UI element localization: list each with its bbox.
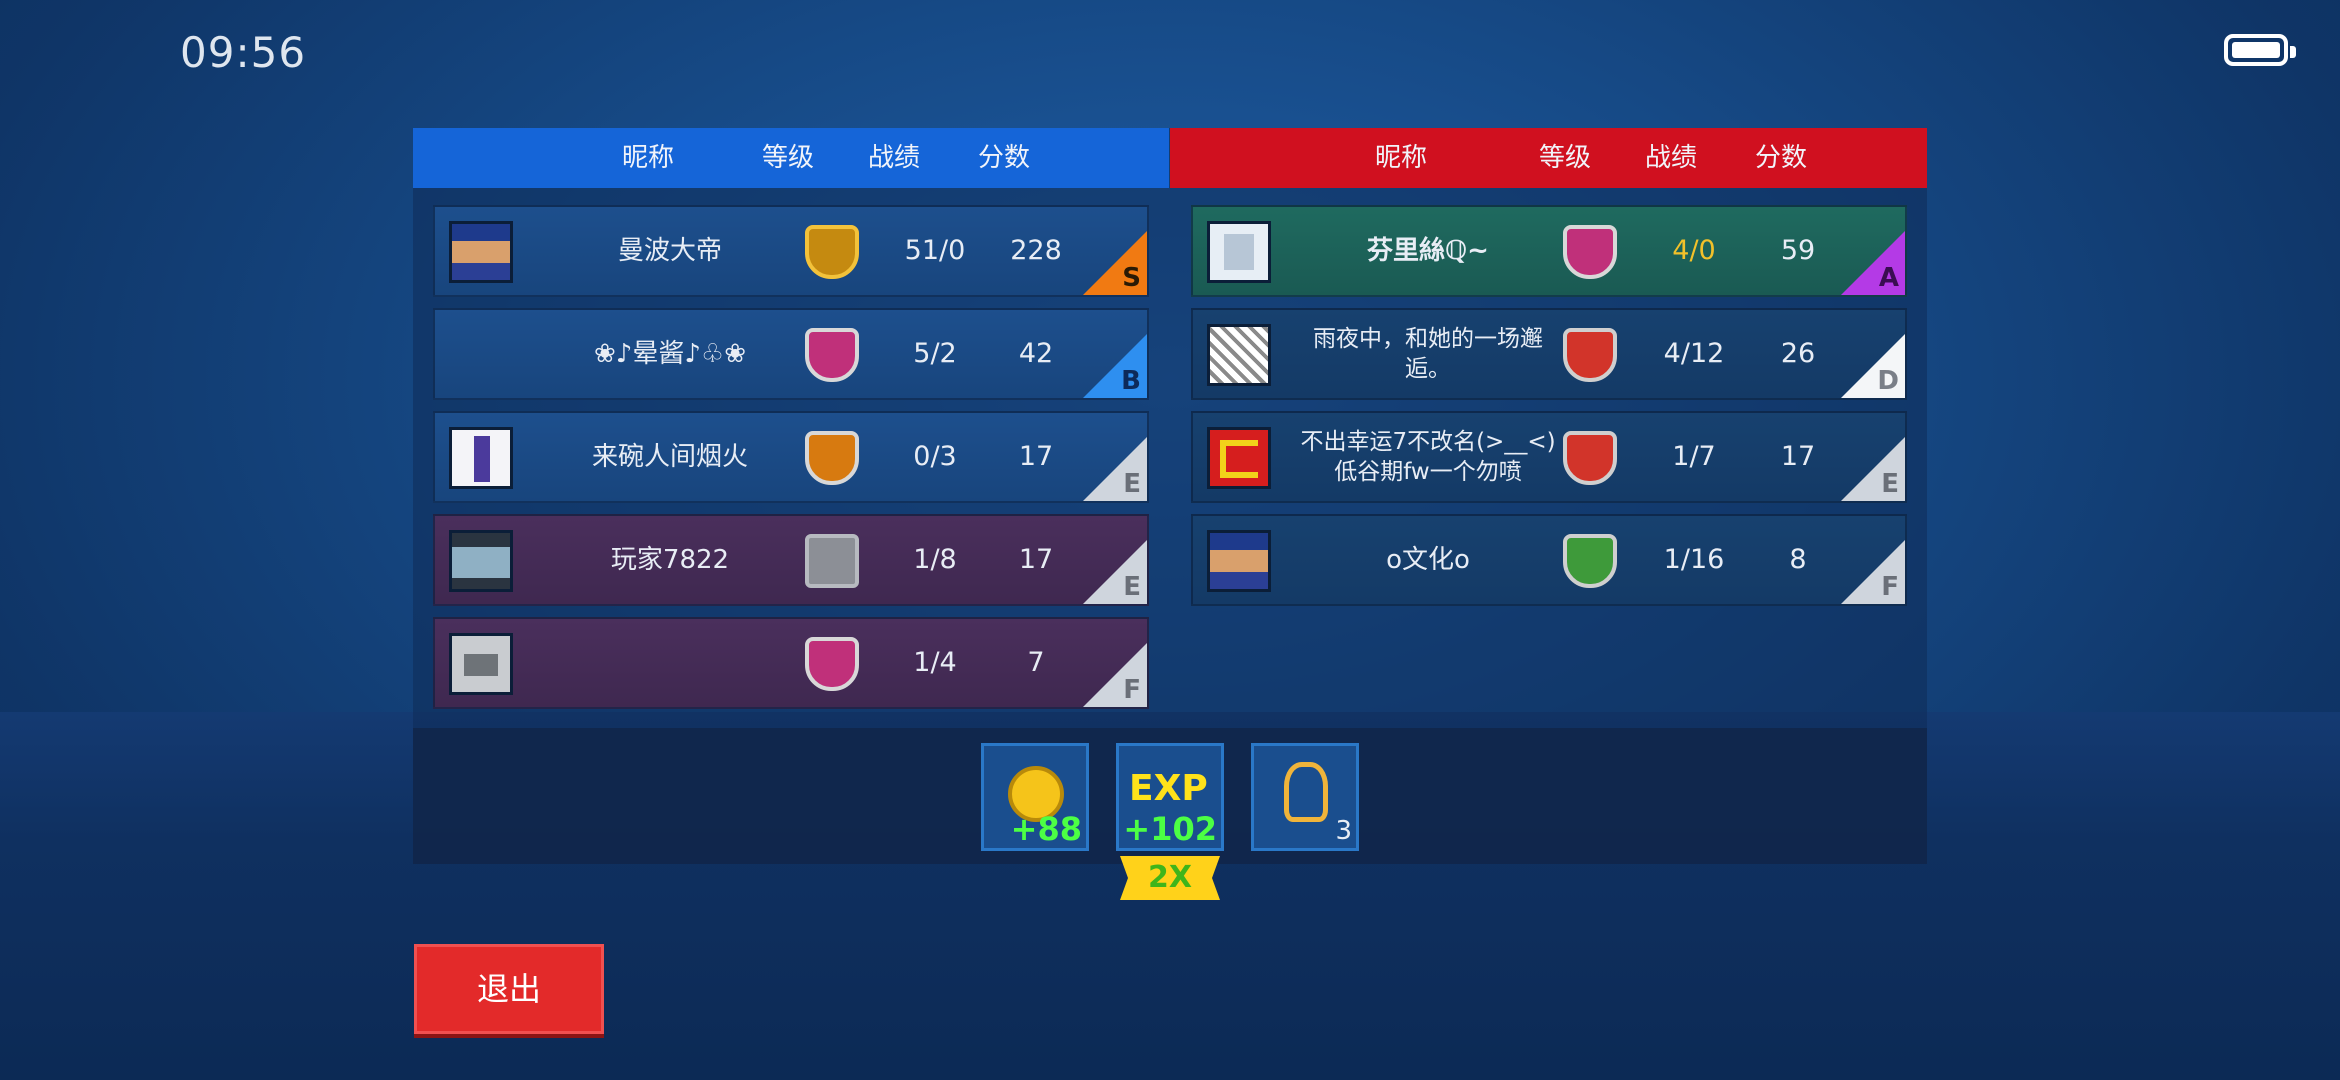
grade-badge: A [1841,231,1905,295]
player-name: 玩家7822 [610,545,730,575]
exp-reward: EXP +102 [1116,743,1224,851]
exp-label: EXP [1129,768,1208,809]
grade-badge: E [1841,437,1905,501]
player-record: 4/12 [1663,338,1725,369]
player-name: 雨夜中，和她的一场邂逅。 [1313,326,1543,382]
red-player-row[interactable]: 芬里絲ℚ~ 4/0 59 A [1191,205,1907,297]
grade-badge: B [1083,334,1147,398]
player-avatar [449,427,513,489]
player-score: 59 [1780,235,1816,266]
key-icon [1284,762,1328,822]
pink-rank-icon [805,637,859,691]
player-name [545,619,795,707]
player-score: 228 [1010,235,1062,266]
red-team-header: 昵称 等级 战绩 分数 [1170,128,1927,188]
player-avatar [1207,427,1271,489]
blue-player-row[interactable]: ❀♪晕酱♪♧❀ 5/2 42 B [433,308,1149,400]
player-name: 不出幸运7不改名(>__<)低谷期fw一个勿喷 [1300,429,1556,485]
status-time: 09:56 [180,28,307,77]
player-name: o文化o [1386,545,1470,575]
key-reward: 3 [1251,743,1359,851]
coin-reward-value: +88 [1010,810,1082,848]
gray-rank-icon [805,534,859,588]
blue-player-row[interactable]: 1/4 7 F [433,617,1149,709]
red-header-nickname: 昵称 [1374,143,1427,173]
red-player-row[interactable]: 不出幸运7不改名(>__<)低谷期fw一个勿喷 1/7 17 E [1191,411,1907,503]
player-record: 51/0 [904,235,966,266]
red-player-row[interactable]: o文化o 1/16 8 F [1191,514,1907,606]
blue-header-score: 分数 [977,143,1030,173]
battery-icon [2224,34,2296,66]
player-score: 8 [1789,544,1807,575]
blue-team-header: 昵称 等级 战绩 分数 [413,128,1169,188]
blue-header-nickname: 昵称 [621,143,674,173]
grade-badge: F [1083,643,1147,707]
blue-player-row[interactable]: 玩家7822 1/8 17 E [433,514,1149,606]
player-record: 5/2 [913,338,957,369]
gold-rank-icon [805,225,859,279]
grade-badge: F [1841,540,1905,604]
player-avatar [449,221,513,283]
player-avatar [449,530,513,592]
player-name: 来碗人间烟火 [591,442,748,472]
blue-header-record: 战绩 [867,143,920,173]
player-name: 芬里絲ℚ~ [1367,236,1489,266]
key-reward-count: 3 [1335,816,1352,846]
red-player-row[interactable]: 雨夜中，和她的一场邂逅。 4/12 26 D [1191,308,1907,400]
player-name: ❀♪晕酱♪♧❀ [593,339,747,369]
player-name: 曼波大帝 [617,236,722,266]
exit-button[interactable]: 退出 [414,944,604,1034]
red-rank-icon [1563,431,1617,485]
player-score: 17 [1018,441,1054,472]
player-score: 17 [1018,544,1054,575]
player-score: 42 [1018,338,1054,369]
coin-reward: +88 [981,743,1089,851]
player-avatar [1207,324,1271,386]
player-record: 0/3 [913,441,957,472]
grade-badge: S [1083,231,1147,295]
orange-rank-icon [805,431,859,485]
red-header-record: 战绩 [1644,143,1697,173]
player-record: 1/4 [913,647,957,678]
red-header-level: 等级 [1538,143,1591,173]
player-record: 4/0 [1672,235,1716,266]
double-exp-badge: 2X [1120,856,1220,900]
grade-badge: E [1083,437,1147,501]
player-record: 1/8 [913,544,957,575]
pink-rank-icon [805,328,859,382]
player-avatar [1207,530,1271,592]
pink-rank-icon [1563,225,1617,279]
exp-reward-value: +102 [1123,810,1217,848]
player-score: 7 [1027,647,1045,678]
red-header-score: 分数 [1754,143,1807,173]
player-avatar [449,633,513,695]
grade-badge: E [1083,540,1147,604]
player-score: 26 [1780,338,1816,369]
green-rank-icon [1563,534,1617,588]
grade-badge: D [1841,334,1905,398]
player-record: 1/16 [1663,544,1725,575]
player-avatar [1207,221,1271,283]
player-record: 1/7 [1672,441,1716,472]
blue-player-row[interactable]: 来碗人间烟火 0/3 17 E [433,411,1149,503]
red-rank-icon [1563,328,1617,382]
player-score: 17 [1780,441,1816,472]
blue-header-level: 等级 [761,143,814,173]
blue-player-row[interactable]: 曼波大帝 51/0 228 S [433,205,1149,297]
